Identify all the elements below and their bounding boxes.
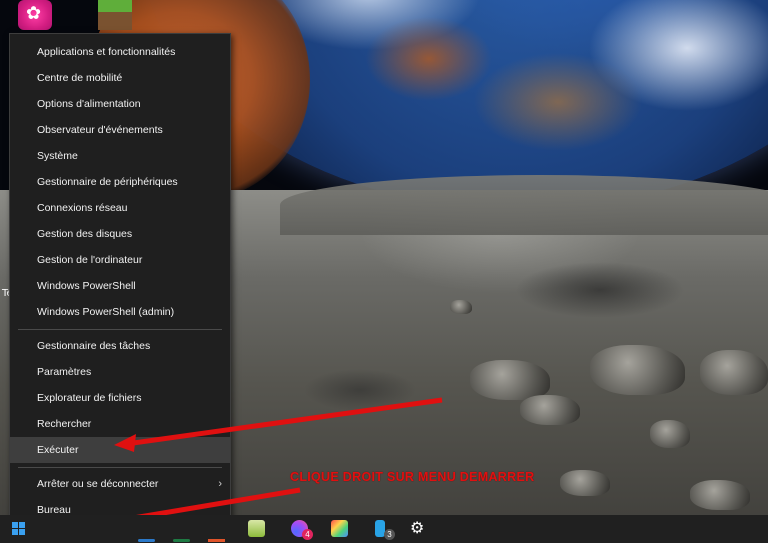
app-icon (138, 539, 155, 542)
annotation-text: CLIQUE DROIT SUR MENU DEMARRER (290, 470, 535, 484)
taskbar: 4 3 ⚙ (0, 515, 768, 543)
gear-icon: ⚙ (410, 518, 425, 537)
excel-icon (173, 539, 190, 542)
taskbar-messenger[interactable]: 4 (283, 515, 315, 543)
notification-badge: 3 (384, 529, 395, 540)
taskbar-app-1[interactable] (130, 515, 162, 543)
taskbar-excel[interactable] (165, 515, 197, 543)
taskbar-firefox[interactable] (200, 515, 232, 543)
arrowhead-icon (114, 434, 136, 452)
windows-logo-icon (12, 522, 25, 535)
start-button[interactable] (0, 515, 36, 543)
firefox-icon (208, 539, 225, 542)
notification-badge: 4 (302, 529, 313, 540)
annotation-arrows (36, 397, 443, 540)
taskbar-notepad[interactable] (240, 515, 272, 543)
taskbar-settings[interactable]: ⚙ (402, 515, 434, 543)
notepad-icon (248, 520, 265, 537)
photos-icon (331, 520, 348, 537)
taskbar-photos[interactable] (323, 515, 355, 543)
taskbar-files[interactable]: 3 (365, 515, 397, 543)
arrow-to-run (125, 397, 443, 447)
